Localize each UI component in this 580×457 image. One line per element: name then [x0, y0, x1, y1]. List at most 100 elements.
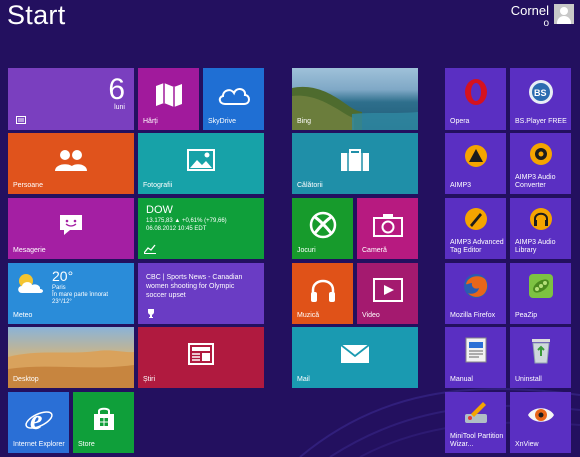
aimp-library-tile[interactable]: AIMP3 Audio Library — [510, 198, 571, 259]
calendar-tile[interactable]: 6 luni — [8, 68, 134, 130]
tile-label: Video — [362, 312, 380, 319]
skydrive-tile[interactable]: SkyDrive — [203, 68, 264, 130]
people-tile[interactable]: Persoane — [8, 133, 134, 194]
opera-icon — [464, 78, 487, 105]
internet-explorer-icon: e — [24, 405, 53, 433]
weather-range: 23°/12° — [52, 299, 72, 305]
opera-tile[interactable]: Opera — [445, 68, 506, 130]
tile-label: Mozilla Firefox — [450, 312, 496, 319]
tile-label: MiniTool Partition Wizar... — [450, 433, 504, 448]
camera-icon — [372, 213, 403, 237]
messaging-tile[interactable]: Mesagerie — [8, 198, 134, 259]
cloud-icon — [218, 88, 250, 106]
xbox-icon — [309, 211, 336, 239]
tile-label: Mail — [297, 376, 310, 383]
video-tile[interactable]: Video — [357, 263, 418, 324]
tile-label: AIMP3 Audio Converter — [515, 174, 556, 189]
manual-document-icon — [465, 337, 486, 363]
trophy-icon — [148, 309, 154, 318]
photos-tile[interactable]: Fotografii — [138, 133, 264, 194]
games-tile[interactable]: Jocuri — [292, 198, 353, 259]
aimp-converter-icon — [529, 143, 552, 166]
tile-label: Știri — [143, 376, 156, 383]
recycle-bin-icon — [531, 339, 550, 364]
sports-tile[interactable]: CBC | Sports News - Canadian women shoot… — [138, 263, 264, 324]
chart-icon — [144, 244, 156, 254]
bsplayer-icon: BS — [528, 79, 553, 104]
tile-label: PeaZip — [515, 312, 538, 319]
finance-tile[interactable]: DOW 13.175,83 ▲ +0,61% (+79,66) 06.08.20… — [138, 198, 264, 259]
weather-temperature: 20° — [52, 268, 74, 284]
manual-tile[interactable]: Manual — [445, 327, 506, 388]
tile-label: Desktop — [13, 376, 39, 383]
desktop-tile[interactable]: Desktop — [8, 327, 134, 388]
minitool-tile[interactable]: MiniTool Partition Wizar... — [445, 392, 506, 453]
suitcase-icon — [341, 148, 369, 171]
newspaper-icon — [188, 342, 214, 365]
tile-label: BS.Player FREE — [515, 118, 567, 125]
tile-label: AIMP3 Audio Library — [515, 239, 556, 254]
maps-tile[interactable]: Hărți — [138, 68, 199, 130]
headphones-icon — [310, 279, 335, 302]
tile-label: AIMP3 Advanced Tag Editor — [450, 239, 504, 254]
aimp-library-icon — [529, 208, 552, 231]
mail-tile[interactable]: Mail — [292, 327, 418, 388]
aimp-tag-editor-icon — [464, 208, 487, 231]
xnview-tile[interactable]: XnView — [510, 392, 571, 453]
tile-label: Hărți — [143, 118, 158, 125]
tile-label: Bing — [297, 118, 312, 125]
aimp3-tile[interactable]: AIMP3 — [445, 133, 506, 194]
user-name: Cornel — [510, 3, 549, 18]
uninstall-tile[interactable]: Uninstall — [510, 327, 571, 388]
tile-label: Meteo — [13, 312, 33, 319]
tile-label: Store — [78, 441, 95, 448]
people-icon — [55, 149, 87, 171]
news-tile[interactable]: Știri — [138, 327, 264, 388]
svg-text:BS: BS — [534, 88, 547, 98]
tile-label: Fotografii — [143, 182, 173, 189]
svg-text:e: e — [30, 405, 42, 433]
firefox-icon — [463, 274, 488, 299]
bsplayer-tile[interactable]: BS BS.Player FREE — [510, 68, 571, 130]
tile-label: Opera — [450, 118, 470, 125]
store-tile[interactable]: Store — [73, 392, 134, 453]
peazip-tile[interactable]: PeaZip — [510, 263, 571, 324]
user-account[interactable]: Cornel o — [511, 4, 574, 30]
tile-label: Persoane — [13, 182, 43, 189]
aimp-tag-editor-tile[interactable]: AIMP3 Advanced Tag Editor — [445, 198, 506, 259]
finance-timestamp: 06.08.2012 10:45 EDT — [146, 226, 207, 232]
travel-tile[interactable]: Călătorii — [292, 133, 418, 194]
firefox-tile[interactable]: Mozilla Firefox — [445, 263, 506, 324]
calendar-day-name: luni — [114, 104, 125, 111]
aimp-triangle-icon — [464, 145, 487, 168]
internet-explorer-tile[interactable]: e Internet Explorer — [8, 392, 69, 453]
page-title: Start — [7, 0, 66, 30]
finance-index-name: DOW — [146, 204, 173, 216]
tile-label: Uninstall — [515, 376, 542, 383]
camera-tile[interactable]: Cameră — [357, 198, 418, 259]
weather-condition: În mare parte înnorat — [52, 292, 109, 298]
xnview-icon — [527, 408, 554, 422]
aimp-converter-tile[interactable]: AIMP3 Audio Converter — [510, 133, 571, 194]
weather-city: Paris — [52, 285, 66, 291]
calendar-icon — [16, 116, 26, 124]
tile-label: Jocuri — [297, 247, 316, 254]
chat-icon — [60, 214, 82, 235]
partly-cloudy-icon — [18, 274, 43, 293]
finance-change: 13.175,83 ▲ +0,61% (+79,66) — [146, 218, 227, 224]
minitool-icon — [464, 402, 487, 424]
sports-headline: CBC | Sports News - Canadian women shoot… — [146, 274, 243, 299]
avatar[interactable] — [554, 4, 574, 24]
map-icon — [155, 83, 182, 108]
tile-label: Călătorii — [297, 182, 323, 189]
tile-label: Internet Explorer — [13, 441, 65, 448]
weather-tile[interactable]: 20° Paris În mare parte înnorat 23°/12° … — [8, 263, 134, 324]
tile-label: AIMP3 — [450, 182, 472, 189]
video-play-icon — [372, 277, 403, 302]
bing-tile[interactable]: Bing — [292, 68, 418, 130]
music-tile[interactable]: Muzică — [292, 263, 353, 324]
tile-label: SkyDrive — [208, 118, 237, 125]
tile-label: XnView — [515, 441, 539, 448]
tile-label: Mesagerie — [13, 247, 46, 254]
user-subtitle: o — [543, 18, 549, 29]
